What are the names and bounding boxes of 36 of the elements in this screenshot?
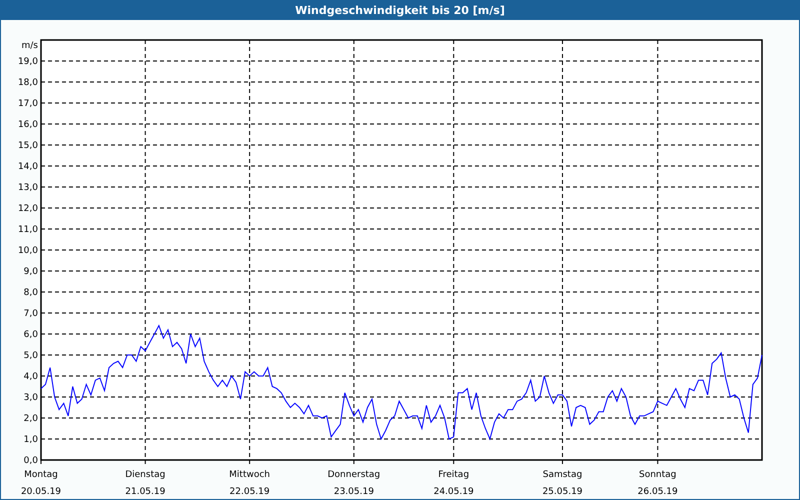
window-title: Windgeschwindigkeit bis 20 [m/s]: [1, 0, 799, 20]
axis-tick-label: 7,0: [24, 309, 38, 319]
axis-tick-label: 17,0: [18, 99, 38, 109]
axis-tick-label: 16,0: [18, 120, 38, 130]
day-label: Montag: [24, 470, 58, 480]
day-label: Samstag: [542, 470, 582, 480]
axis-tick-label: 2,0: [24, 414, 38, 424]
day-label: Freitag: [438, 470, 470, 480]
axis-tick-label: 5,0: [24, 351, 38, 361]
date-label: 23.05.19: [334, 487, 374, 497]
axis-unit-label: m/s: [22, 41, 38, 51]
axis-tick-label: 9,0: [24, 267, 38, 277]
date-label: 21.05.19: [125, 487, 166, 497]
axis-tick-label: 14,0: [18, 162, 38, 172]
axis-tick-label: 8,0: [24, 288, 38, 298]
date-label: 24.05.19: [434, 487, 474, 497]
axis-tick-label: 19,0: [18, 57, 38, 67]
axis-tick-label: 13,0: [18, 183, 38, 193]
day-label: Mittwoch: [229, 470, 270, 480]
date-label: 26.05.19: [638, 487, 678, 497]
axis-tick-label: 15,0: [18, 141, 38, 151]
day-label: Sonntag: [639, 470, 676, 480]
axis-tick-label: 3,0: [24, 393, 38, 403]
date-label: 22.05.19: [230, 487, 270, 497]
day-label: Donnerstag: [328, 470, 380, 480]
axis-tick-label: 4,0: [24, 372, 38, 382]
axis-tick-label: 6,0: [24, 330, 38, 340]
axis-tick-label: 1,0: [24, 435, 38, 445]
axis-tick-label: 0,0: [24, 456, 38, 466]
date-label: 20.05.19: [20, 487, 62, 497]
axis-tick-label: 11,0: [18, 225, 38, 235]
date-label: 25.05.19: [542, 487, 583, 497]
axis-tick-label: 12,0: [18, 204, 38, 214]
axis-tick-label: 10,0: [18, 246, 38, 256]
day-label: Dienstag: [125, 470, 166, 480]
axis-tick-label: 18,0: [18, 78, 38, 88]
